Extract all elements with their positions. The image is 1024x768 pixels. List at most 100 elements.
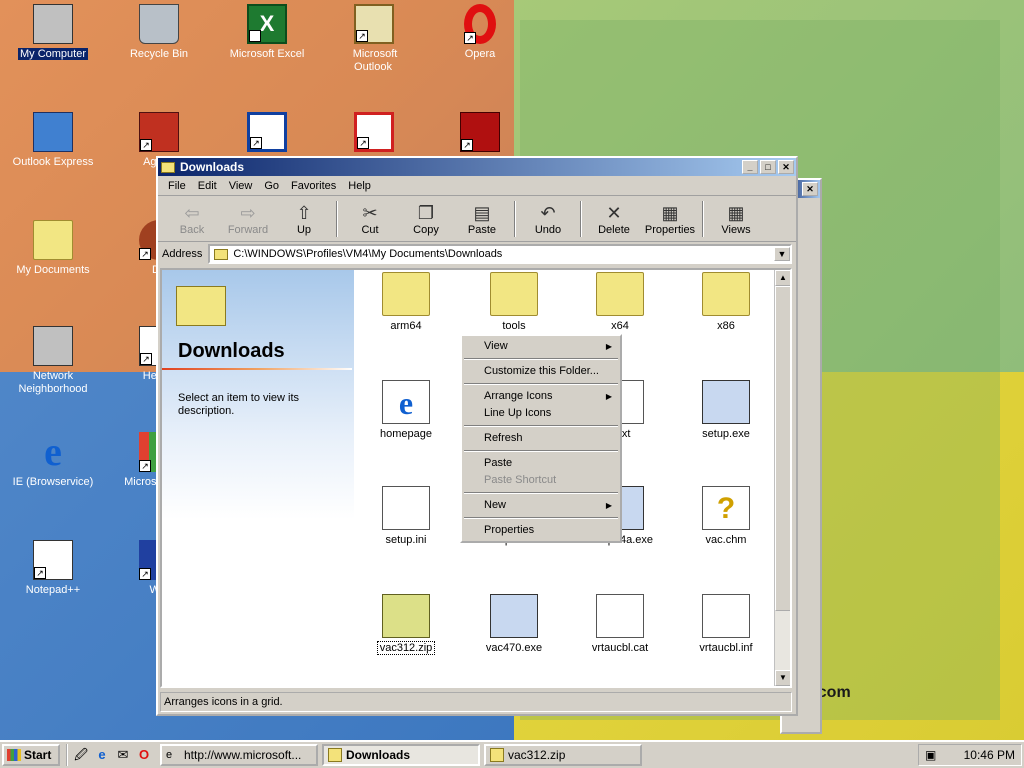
properties-icon: ▦ xyxy=(661,202,679,223)
shortcut-arrow-icon: ↗ xyxy=(140,139,152,151)
close-icon[interactable]: ✕ xyxy=(802,182,818,196)
copy-button[interactable]: ❐ Copy xyxy=(398,202,454,236)
context-customize[interactable]: Customize this Folder... xyxy=(462,363,620,380)
desktop-icon-excel[interactable]: X ↗ Microsoft Excel xyxy=(224,4,310,61)
folder-icon xyxy=(382,272,430,316)
file-item[interactable]: vrtaucbl.cat xyxy=(580,594,660,654)
up-button[interactable]: ⇧ Up xyxy=(276,202,332,236)
shortcut-arrow-icon: ↗ xyxy=(139,460,151,472)
chevron-down-icon[interactable]: ▼ xyxy=(774,247,790,261)
context-line-up-icons[interactable]: Line Up Icons xyxy=(462,405,620,422)
outlook-express-icon[interactable]: ✉ xyxy=(114,746,132,764)
back-button[interactable]: ⇦ Back xyxy=(164,202,220,236)
desktop-icon-fg[interactable]: ↗ xyxy=(437,112,523,156)
file-item[interactable]: arm64 xyxy=(366,272,446,332)
undo-icon: ↶ xyxy=(540,202,556,223)
menu-file[interactable]: File xyxy=(162,180,192,192)
menu-view[interactable]: View xyxy=(223,180,259,192)
forward-button[interactable]: ⇨ Forward xyxy=(220,202,276,236)
context-refresh[interactable]: Refresh xyxy=(462,430,620,447)
clock[interactable]: 10:46 PM xyxy=(964,748,1015,762)
show-desktop-icon[interactable]: 🖉 xyxy=(72,746,90,764)
close-icon[interactable]: ✕ xyxy=(778,160,794,174)
powerpoint-icon: ↗ xyxy=(354,112,394,152)
shortcut-arrow-icon: ↗ xyxy=(139,248,151,260)
scroll-thumb[interactable] xyxy=(775,286,790,611)
status-bar: Arranges icons in a grid. xyxy=(160,692,792,712)
window-title: Downloads xyxy=(180,160,245,174)
catalog-file-icon xyxy=(596,594,644,638)
file-item[interactable]: vac470.exe xyxy=(474,594,554,654)
minimize-icon[interactable]: _ xyxy=(742,160,758,174)
scroll-down-icon[interactable]: ▼ xyxy=(775,670,790,686)
file-item[interactable]: setup.exe xyxy=(686,380,766,440)
cut-button[interactable]: ✂ Cut xyxy=(342,202,398,236)
folder-icon xyxy=(490,272,538,316)
undo-button[interactable]: ↶ Undo xyxy=(520,202,576,236)
internet-explorer-icon[interactable]: e xyxy=(93,746,111,764)
desktop-icon-my-computer[interactable]: My Computer xyxy=(10,4,96,61)
context-paste-shortcut: Paste Shortcut xyxy=(484,474,557,486)
context-arrange-icons[interactable]: Arrange Icons ▶ xyxy=(462,388,620,405)
shortcut-arrow-icon: ↗ xyxy=(464,32,476,44)
desktop-icon-recycle-bin[interactable]: Recycle Bin xyxy=(116,4,202,61)
context-properties[interactable]: Properties xyxy=(462,522,620,539)
file-item[interactable]: e homepage xyxy=(366,380,446,440)
vertical-scrollbar[interactable]: ▲ ▼ xyxy=(774,270,790,686)
desktop-icon-powerpoint[interactable]: ↗ xyxy=(331,112,417,156)
maximize-icon[interactable]: □ xyxy=(760,160,776,174)
shortcut-arrow-icon: ↗ xyxy=(356,30,368,42)
desktop-icon-ie-browservice[interactable]: e IE (Browservice) xyxy=(10,432,96,489)
outlook-express-icon xyxy=(33,112,73,152)
settings-file-icon xyxy=(382,486,430,530)
file-item-selected[interactable]: vac312.zip xyxy=(366,594,446,655)
installer-icon xyxy=(490,594,538,638)
context-paste[interactable]: Paste xyxy=(462,455,620,472)
scroll-up-icon[interactable]: ▲ xyxy=(775,270,790,286)
paste-icon: ▤ xyxy=(473,202,491,223)
quick-launch: 🖉 e ✉ O xyxy=(66,744,156,766)
file-item[interactable]: tools xyxy=(474,272,554,332)
menu-help[interactable]: Help xyxy=(342,180,377,192)
desktop-icon-opera[interactable]: ↗ Opera xyxy=(437,4,523,61)
views-button[interactable]: ▦ Views xyxy=(708,202,764,236)
start-button[interactable]: Start xyxy=(2,744,60,766)
shortcut-arrow-icon: ↗ xyxy=(34,567,46,579)
desktop-icon-outlook[interactable]: ↗ Microsoft Outlook xyxy=(331,4,417,74)
tray-network-icon[interactable]: ▣ xyxy=(925,748,936,762)
window-titlebar[interactable]: Downloads _ □ ✕ xyxy=(158,158,796,176)
menu-edit[interactable]: Edit xyxy=(192,180,223,192)
menu-go[interactable]: Go xyxy=(258,180,285,192)
file-item[interactable]: vrtaucbl.inf xyxy=(686,594,766,654)
opera-icon[interactable]: O xyxy=(135,746,153,764)
context-new[interactable]: New ▶ xyxy=(462,497,620,514)
age-of-empires-icon: ↗ xyxy=(139,112,179,152)
task-downloads[interactable]: Downloads xyxy=(322,744,480,766)
desktop-icon-notepad-plus[interactable]: ↗ Notepad++ xyxy=(10,540,96,597)
file-item[interactable]: x86 xyxy=(686,272,766,332)
file-item[interactable]: setup.ini xyxy=(366,486,446,546)
task-browser[interactable]: e http://www.microsoft... xyxy=(160,744,318,766)
file-item[interactable]: x64 xyxy=(580,272,660,332)
settings-file-icon xyxy=(702,594,750,638)
context-view[interactable]: View ▶ xyxy=(462,338,620,355)
task-vac312-zip[interactable]: vac312.zip xyxy=(484,744,642,766)
address-text: C:\WINDOWS\Profiles\VM4\My Documents\Dow… xyxy=(233,248,503,260)
folder-icon xyxy=(214,248,229,260)
paste-button[interactable]: ▤ Paste xyxy=(454,202,510,236)
folder-icon xyxy=(328,748,342,762)
file-item[interactable]: ? vac.chm xyxy=(686,486,766,546)
desktop-icon-network[interactable]: Network Neighborhood xyxy=(10,326,96,396)
toolbar-separator xyxy=(336,200,338,237)
desktop-icon-my-documents[interactable]: My Documents xyxy=(10,220,96,277)
desktop-icon-outlook-express[interactable]: Outlook Express xyxy=(10,112,96,169)
desktop-icon-app-blue[interactable]: ↗ xyxy=(224,112,310,156)
submenu-arrow-icon: ▶ xyxy=(605,342,612,351)
address-field[interactable]: C:\WINDOWS\Profiles\VM4\My Documents\Dow… xyxy=(208,244,792,264)
delete-button[interactable]: ✕ Delete xyxy=(586,202,642,236)
delete-x-icon: ✕ xyxy=(606,202,622,223)
views-grid-icon: ▦ xyxy=(727,202,745,223)
folder-icon xyxy=(596,272,644,316)
menu-favorites[interactable]: Favorites xyxy=(285,180,342,192)
properties-button[interactable]: ▦ Properties xyxy=(642,202,698,236)
